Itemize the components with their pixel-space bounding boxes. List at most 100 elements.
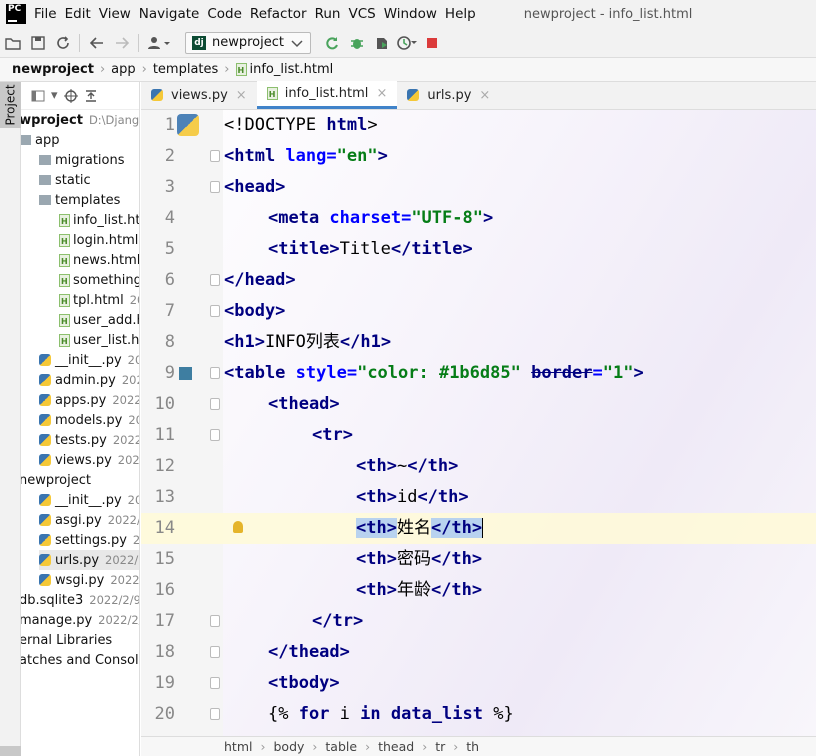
structure-crumb[interactable]: th bbox=[466, 739, 479, 754]
tree-item[interactable]: news.html20 bbox=[59, 250, 139, 270]
tree-item[interactable]: settings.py 2022/ bbox=[39, 530, 139, 550]
structure-crumb[interactable]: html bbox=[224, 739, 252, 754]
tab-info-list-html[interactable]: info_list.html × bbox=[256, 81, 398, 109]
python-file-icon bbox=[39, 374, 51, 386]
rerun-icon[interactable] bbox=[319, 31, 344, 55]
token: <th> bbox=[356, 487, 397, 507]
tree-item[interactable]: something.htm bbox=[59, 270, 139, 290]
fold-icon[interactable] bbox=[210, 615, 220, 627]
structure-crumb[interactable]: thead bbox=[378, 739, 414, 754]
tree-item[interactable]: login.html20 bbox=[59, 230, 139, 250]
fold-icon[interactable] bbox=[210, 708, 220, 720]
tree-item-label: __init__.py bbox=[55, 492, 122, 508]
tree-item[interactable]: tests.py 2022/2/8 bbox=[39, 430, 139, 450]
structure-crumb[interactable]: table bbox=[325, 739, 357, 754]
tree-item[interactable]: static bbox=[39, 170, 91, 190]
fold-icon[interactable] bbox=[210, 677, 220, 689]
fold-icon[interactable] bbox=[210, 150, 220, 162]
tree-item[interactable]: atches and Consoles bbox=[21, 650, 139, 670]
tree-item[interactable]: manage.py 2022/2/8 bbox=[21, 610, 139, 630]
menu-help[interactable]: Help bbox=[445, 6, 476, 22]
run-configuration-label: newproject bbox=[212, 35, 284, 50]
tree-item[interactable]: models.py 2022/ bbox=[39, 410, 139, 430]
menu-view[interactable]: View bbox=[99, 6, 131, 22]
project-root[interactable]: newproject D:\Django\ bbox=[21, 110, 139, 130]
breadcrumb-file[interactable]: info_list.html bbox=[250, 62, 334, 77]
breadcrumb-folder[interactable]: app bbox=[111, 62, 135, 77]
tree-item[interactable]: apps.py 2022/2/8 bbox=[39, 390, 139, 410]
tab-urls-py[interactable]: urls.py × bbox=[397, 81, 500, 109]
fold-icon[interactable] bbox=[210, 429, 220, 441]
tree-item[interactable]: app bbox=[21, 130, 59, 150]
fold-icon[interactable] bbox=[210, 398, 220, 410]
breadcrumb-project[interactable]: newproject bbox=[12, 62, 94, 77]
python-console-icon[interactable] bbox=[177, 114, 199, 136]
collapse-all-icon[interactable] bbox=[84, 89, 98, 103]
tree-item[interactable]: urls.py 2022/2/9 2 bbox=[39, 550, 139, 570]
run-configuration-select[interactable]: dj newproject bbox=[185, 31, 311, 54]
profile-icon[interactable] bbox=[394, 31, 419, 55]
fold-icon[interactable] bbox=[210, 181, 220, 193]
fold-icon[interactable] bbox=[210, 367, 220, 379]
tree-item[interactable]: info_list.html bbox=[59, 210, 139, 230]
token: in bbox=[360, 704, 391, 724]
coverage-icon[interactable] bbox=[369, 31, 394, 55]
locate-icon[interactable] bbox=[63, 88, 78, 103]
close-icon[interactable]: × bbox=[479, 88, 490, 103]
tree-item[interactable]: newproject bbox=[21, 470, 91, 490]
fold-icon[interactable] bbox=[210, 274, 220, 286]
project-tool-tab[interactable]: Project bbox=[0, 82, 21, 128]
fold-icon[interactable] bbox=[210, 305, 220, 317]
tree-item[interactable]: views.py 2022/2/ bbox=[39, 450, 139, 470]
open-folder-icon[interactable] bbox=[0, 31, 25, 55]
python-file-icon bbox=[39, 574, 51, 586]
structure-crumb[interactable]: body bbox=[273, 739, 304, 754]
menu-run[interactable]: Run bbox=[315, 6, 341, 22]
tree-item[interactable]: __init__.py 2022/2 bbox=[39, 350, 139, 370]
breadcrumb-folder[interactable]: templates bbox=[153, 62, 218, 77]
tree-item-label: wsgi.py bbox=[55, 572, 105, 588]
tree-item[interactable]: templates bbox=[39, 190, 120, 210]
menu-vcs[interactable]: VCS bbox=[348, 6, 375, 22]
close-icon[interactable]: × bbox=[376, 86, 387, 101]
menu-refactor[interactable]: Refactor bbox=[250, 6, 307, 22]
forward-arrow-icon[interactable] bbox=[109, 31, 134, 55]
tree-item[interactable]: admin.py 2022/2 bbox=[39, 370, 139, 390]
tree-item[interactable]: user_list.html bbox=[59, 330, 139, 350]
stop-icon[interactable] bbox=[419, 31, 444, 55]
fold-icon[interactable] bbox=[210, 646, 220, 658]
menu-navigate[interactable]: Navigate bbox=[139, 6, 200, 22]
menu-code[interactable]: Code bbox=[207, 6, 242, 22]
debug-icon[interactable] bbox=[344, 31, 369, 55]
more-icon[interactable]: ▾ bbox=[51, 88, 58, 103]
bottom-tool-tab[interactable] bbox=[0, 746, 21, 756]
close-icon[interactable]: × bbox=[236, 88, 247, 103]
tab-views-py[interactable]: views.py × bbox=[141, 81, 257, 109]
menu-edit[interactable]: Edit bbox=[65, 6, 91, 22]
tree-item[interactable]: migrations bbox=[39, 150, 125, 170]
tree-item[interactable]: ernal Libraries bbox=[21, 630, 112, 650]
tree-item[interactable]: db.sqlite3 2022/2/9 1 bbox=[21, 590, 139, 610]
code-editor[interactable]: 1 <!DOCTYPE html> 2 <html lang="en"> 3 <… bbox=[141, 110, 816, 736]
user-icon[interactable] bbox=[143, 31, 177, 55]
structure-crumb[interactable]: tr bbox=[435, 739, 445, 754]
code-line: 4 <meta charset="UTF-8"> bbox=[141, 203, 816, 234]
view-icon[interactable] bbox=[31, 90, 45, 102]
menu-file[interactable]: File bbox=[34, 6, 57, 22]
python-file-icon bbox=[39, 434, 51, 446]
back-arrow-icon[interactable] bbox=[84, 31, 109, 55]
tree-item[interactable]: asgi.py 2022/2/8 bbox=[39, 510, 139, 530]
pycharm-logo: PC bbox=[6, 4, 26, 24]
tree-item[interactable]: wsgi.py 2022/2/9 bbox=[39, 570, 139, 590]
project-panel-header: ▾ bbox=[21, 82, 139, 110]
tree-item[interactable]: user_add.htm bbox=[59, 310, 139, 330]
sync-icon[interactable] bbox=[50, 31, 75, 55]
tree-item[interactable]: tpl.html 2022/ bbox=[59, 290, 139, 310]
tree-item[interactable]: __init__.py 2022/2 bbox=[39, 490, 139, 510]
save-icon[interactable] bbox=[25, 31, 50, 55]
code-text: <th>姓名</th> bbox=[356, 513, 484, 544]
line-number: 6 bbox=[164, 270, 175, 290]
lightbulb-icon[interactable] bbox=[233, 521, 243, 533]
bookmark-marker[interactable] bbox=[179, 367, 192, 380]
menu-window[interactable]: Window bbox=[384, 6, 437, 22]
